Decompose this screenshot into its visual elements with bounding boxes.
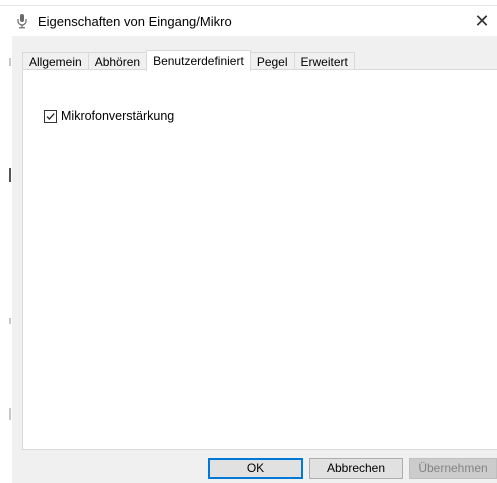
title-bar: Eigenschaften von Eingang/Mikro ✕ — [0, 6, 497, 36]
tab-page-benutzerdefiniert: Mikrofonverstärkung — [22, 69, 497, 450]
background-window-edge — [9, 318, 11, 324]
apply-button[interactable]: Übernehmen — [409, 458, 497, 479]
mic-boost-label: Mikrofonverstärkung — [61, 109, 175, 123]
window-title: Eigenschaften von Eingang/Mikro — [38, 14, 232, 29]
cancel-button[interactable]: Abbrechen — [309, 458, 403, 479]
microphone-icon — [16, 13, 28, 29]
mic-boost-option[interactable]: Mikrofonverstärkung — [44, 109, 174, 123]
background-window-edge — [9, 168, 11, 182]
ok-button[interactable]: OK — [208, 458, 303, 479]
checkmark-icon — [46, 112, 55, 120]
close-button[interactable]: ✕ — [470, 10, 494, 32]
background-window-edge — [9, 408, 11, 420]
mic-boost-checkbox[interactable] — [44, 109, 57, 123]
tab-benutzerdefiniert[interactable]: Benutzerdefiniert — [146, 50, 251, 71]
tab-strip: Allgemein Abhören Benutzerdefiniert Pege… — [22, 50, 355, 71]
background-window-edge — [9, 58, 11, 66]
